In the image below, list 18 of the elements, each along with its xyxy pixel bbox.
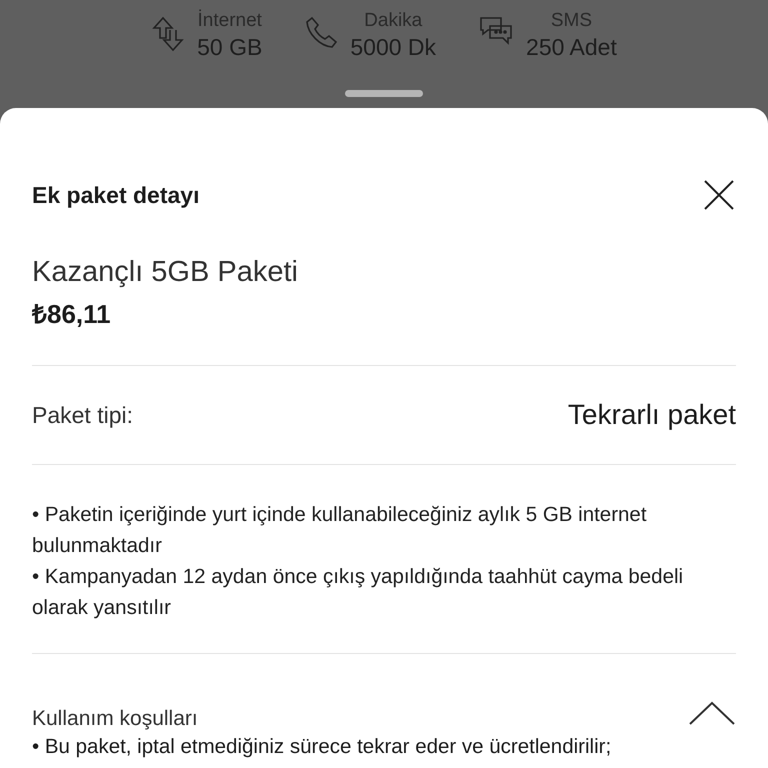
package-type-value: Tekrarlı paket — [568, 399, 736, 431]
chevron-icon[interactable] — [688, 700, 736, 726]
allowance-value: 50 GB — [197, 34, 262, 61]
phone-icon — [304, 16, 338, 50]
description-text: • Paketin içeriğinde yurt içinde kullanabileceğiniz aylık 5 GB internet bulunmaktadır — [32, 502, 648, 559]
transfer-icon — [151, 16, 186, 52]
package-name: Kazançlı 5GB Paketi — [32, 256, 299, 289]
terms-text: • Bu paket, iptal etmediğiniz sürece tekrar eder ve ücretlendirilir; — [32, 734, 612, 760]
close-icon[interactable] — [702, 178, 736, 212]
allowance-value: 5000 Dk — [350, 34, 436, 61]
sheet-title: Ek paket detayı — [32, 182, 200, 208]
terms-title[interactable]: Kullanım koşulları — [32, 707, 198, 731]
package-type-label: Paket tipi: — [32, 402, 133, 428]
package-price: ₺86,11 — [32, 298, 112, 331]
description-text: • Kampanyadan 12 aydan önce çıkış yapıldığında taahhüt cayma bedeli olarak yansıtılır — [32, 564, 684, 621]
chat-icon — [478, 16, 514, 46]
allowance-value: 250 Adet — [526, 34, 617, 61]
drag-handle[interactable] — [345, 90, 423, 97]
